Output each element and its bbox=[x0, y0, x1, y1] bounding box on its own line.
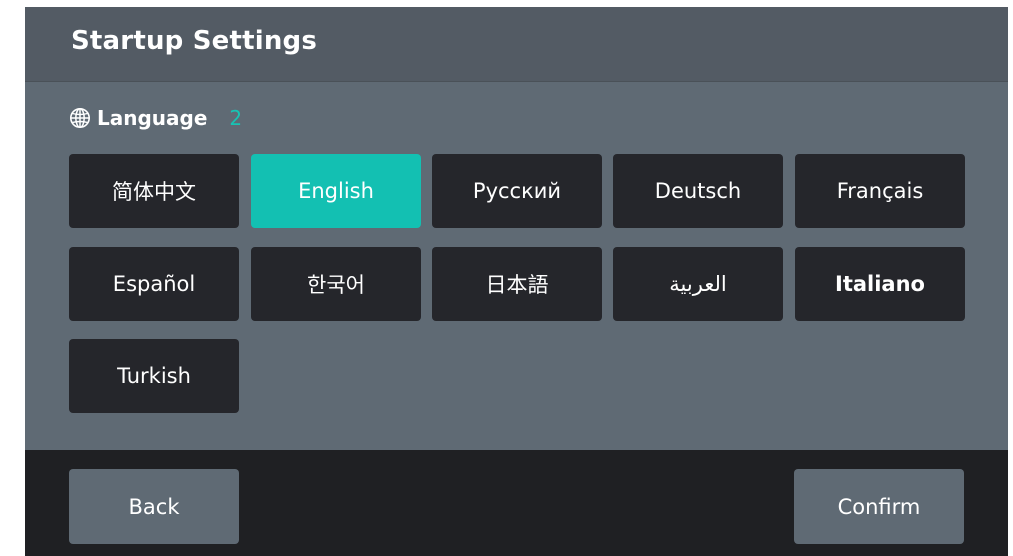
startup-settings-screen: Startup Settings Language 2 简体中文 English… bbox=[25, 7, 1008, 556]
language-option-arabic[interactable]: العربية bbox=[613, 247, 783, 321]
language-section-header: Language 2 bbox=[69, 104, 242, 132]
language-option-korean[interactable]: 한국어 bbox=[251, 247, 421, 321]
back-button[interactable]: Back bbox=[69, 469, 239, 544]
language-option-japanese[interactable]: 日本語 bbox=[432, 247, 602, 321]
header-bar: Startup Settings bbox=[25, 7, 1008, 82]
language-option-chinese[interactable]: 简体中文 bbox=[69, 154, 239, 228]
confirm-button[interactable]: Confirm bbox=[794, 469, 964, 544]
language-option-spanish[interactable]: Español bbox=[69, 247, 239, 321]
language-option-turkish[interactable]: Turkish bbox=[69, 339, 239, 413]
language-option-russian[interactable]: Русский bbox=[432, 154, 602, 228]
language-option-french[interactable]: Français bbox=[795, 154, 965, 228]
language-count: 2 bbox=[229, 106, 243, 130]
language-option-italian[interactable]: Italiano bbox=[795, 247, 965, 321]
language-label: Language bbox=[97, 106, 208, 130]
globe-icon bbox=[70, 108, 90, 128]
language-option-german[interactable]: Deutsch bbox=[613, 154, 783, 228]
language-option-english[interactable]: English bbox=[251, 154, 421, 228]
footer-bar: Back Confirm bbox=[25, 450, 1008, 556]
page-title: Startup Settings bbox=[71, 26, 318, 56]
